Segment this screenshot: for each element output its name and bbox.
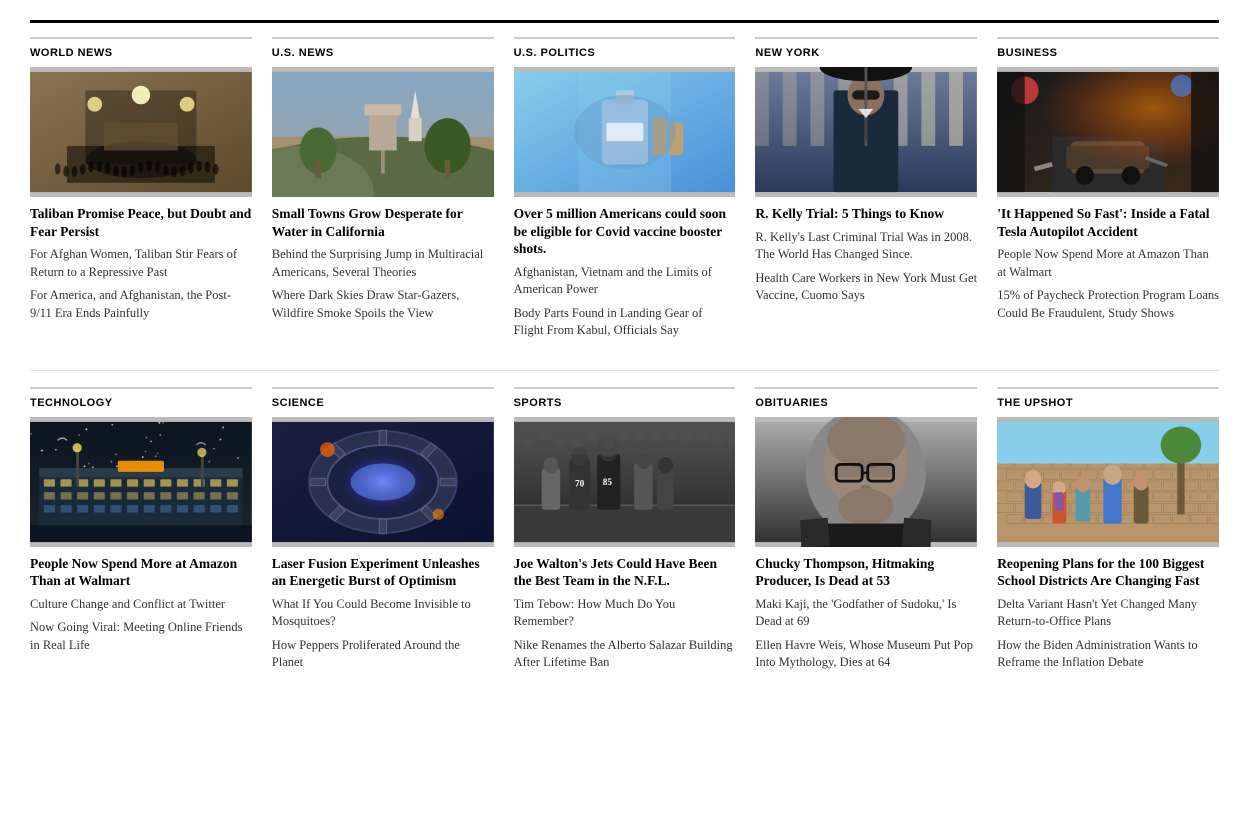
sub-story-2[interactable]: Where Dark Skies Draw Star-Gazers, Wildf…: [272, 287, 494, 322]
main-headline[interactable]: R. Kelly Trial: 5 Things to Know: [755, 205, 977, 223]
sub-story-2[interactable]: Ellen Havre Weis, Whose Museum Put Pop I…: [755, 637, 977, 672]
sub-story-2[interactable]: How the Biden Administration Wants to Re…: [997, 637, 1219, 672]
category-col-business: Business 'It Happened So Fast': Inside a…: [997, 37, 1219, 346]
main-headline[interactable]: Laser Fusion Experiment Unleashes an Ene…: [272, 555, 494, 590]
category-col-science: Science Laser Fusion Experiment Unleashe…: [272, 387, 494, 678]
category-title: U.S. News: [272, 47, 494, 59]
sub-story-1[interactable]: Behind the Surprising Jump in Multiracia…: [272, 246, 494, 281]
main-headline[interactable]: Chucky Thompson, Hitmaking Producer, Is …: [755, 555, 977, 590]
svg-text:85: 85: [602, 476, 612, 486]
sub-story-1[interactable]: People Now Spend More at Amazon Than at …: [997, 246, 1219, 281]
category-col-us-politics: U.S. Politics Over 5 million Americans c…: [514, 37, 736, 346]
category-title: Sports: [514, 397, 736, 409]
sub-story-1[interactable]: Tim Tebow: How Much Do You Remember?: [514, 596, 736, 631]
category-col-us-news: U.S. News Small Towns Grow Desperate for…: [272, 37, 494, 346]
sub-story-1[interactable]: For Afghan Women, Taliban Stir Fears of …: [30, 246, 252, 281]
sub-story-2[interactable]: Now Going Viral: Meeting Online Friends …: [30, 619, 252, 654]
news-page: World News Taliban Promise Peace, but Do…: [0, 0, 1249, 698]
sub-story-1[interactable]: Culture Change and Conflict at Twitter: [30, 596, 252, 614]
category-col-new-york: New York R. Kelly Trial: 5 Things to Kno…: [755, 37, 977, 346]
category-title: Business: [997, 47, 1219, 59]
sub-story-2[interactable]: How Peppers Proliferated Around the Plan…: [272, 637, 494, 672]
category-title: Obituaries: [755, 397, 977, 409]
main-headline[interactable]: Reopening Plans for the 100 Biggest Scho…: [997, 555, 1219, 590]
obituaries-image[interactable]: [755, 417, 977, 547]
row-divider: [30, 370, 1219, 371]
category-title: U.S. Politics: [514, 47, 736, 59]
sub-story-2[interactable]: 15% of Paycheck Protection Program Loans…: [997, 287, 1219, 322]
category-title: The Upshot: [997, 397, 1219, 409]
business-image[interactable]: [997, 67, 1219, 197]
category-title: Science: [272, 397, 494, 409]
category-col-sports: Sports 85 70 Joe: [514, 387, 736, 678]
sub-story-2[interactable]: Health Care Workers in New York Must Get…: [755, 270, 977, 305]
main-headline[interactable]: Small Towns Grow Desperate for Water in …: [272, 205, 494, 240]
row2-grid: Technology People Now Spend More at: [30, 387, 1219, 678]
new-york-image[interactable]: [755, 67, 977, 197]
category-title: World News: [30, 47, 252, 59]
the-upshot-image[interactable]: [997, 417, 1219, 547]
sub-story-2[interactable]: Body Parts Found in Landing Gear of Flig…: [514, 305, 736, 340]
top-border: [30, 20, 1219, 23]
sports-image[interactable]: 85 70: [514, 417, 736, 547]
row1-grid: World News Taliban Promise Peace, but Do…: [30, 37, 1219, 346]
category-title: New York: [755, 47, 977, 59]
us-news-image[interactable]: [272, 67, 494, 197]
category-col-world-news: World News Taliban Promise Peace, but Do…: [30, 37, 252, 346]
sub-story-1[interactable]: Afghanistan, Vietnam and the Limits of A…: [514, 264, 736, 299]
category-col-the-upshot: The Upshot: [997, 387, 1219, 678]
svg-text:70: 70: [575, 478, 585, 488]
main-headline[interactable]: Joe Walton's Jets Could Have Been the Be…: [514, 555, 736, 590]
sub-story-2[interactable]: For America, and Afghanistan, the Post-9…: [30, 287, 252, 322]
sub-story-2[interactable]: Nike Renames the Alberto Salazar Buildin…: [514, 637, 736, 672]
main-headline[interactable]: 'It Happened So Fast': Inside a Fatal Te…: [997, 205, 1219, 240]
sub-story-1[interactable]: What If You Could Become Invisible to Mo…: [272, 596, 494, 631]
sub-story-1[interactable]: R. Kelly's Last Criminal Trial Was in 20…: [755, 229, 977, 264]
us-politics-image[interactable]: [514, 67, 736, 197]
sub-story-1[interactable]: Maki Kaji, the 'Godfather of Sudoku,' Is…: [755, 596, 977, 631]
category-col-obituaries: Obituaries Chucky Thompson,: [755, 387, 977, 678]
technology-image[interactable]: [30, 417, 252, 547]
sub-story-1[interactable]: Delta Variant Hasn't Yet Changed Many Re…: [997, 596, 1219, 631]
main-headline[interactable]: Over 5 million Americans could soon be e…: [514, 205, 736, 258]
category-col-technology: Technology People Now Spend More at: [30, 387, 252, 678]
science-image[interactable]: [272, 417, 494, 547]
main-headline[interactable]: Taliban Promise Peace, but Doubt and Fea…: [30, 205, 252, 240]
category-title: Technology: [30, 397, 252, 409]
world-news-image[interactable]: [30, 67, 252, 197]
main-headline[interactable]: People Now Spend More at Amazon Than at …: [30, 555, 252, 590]
